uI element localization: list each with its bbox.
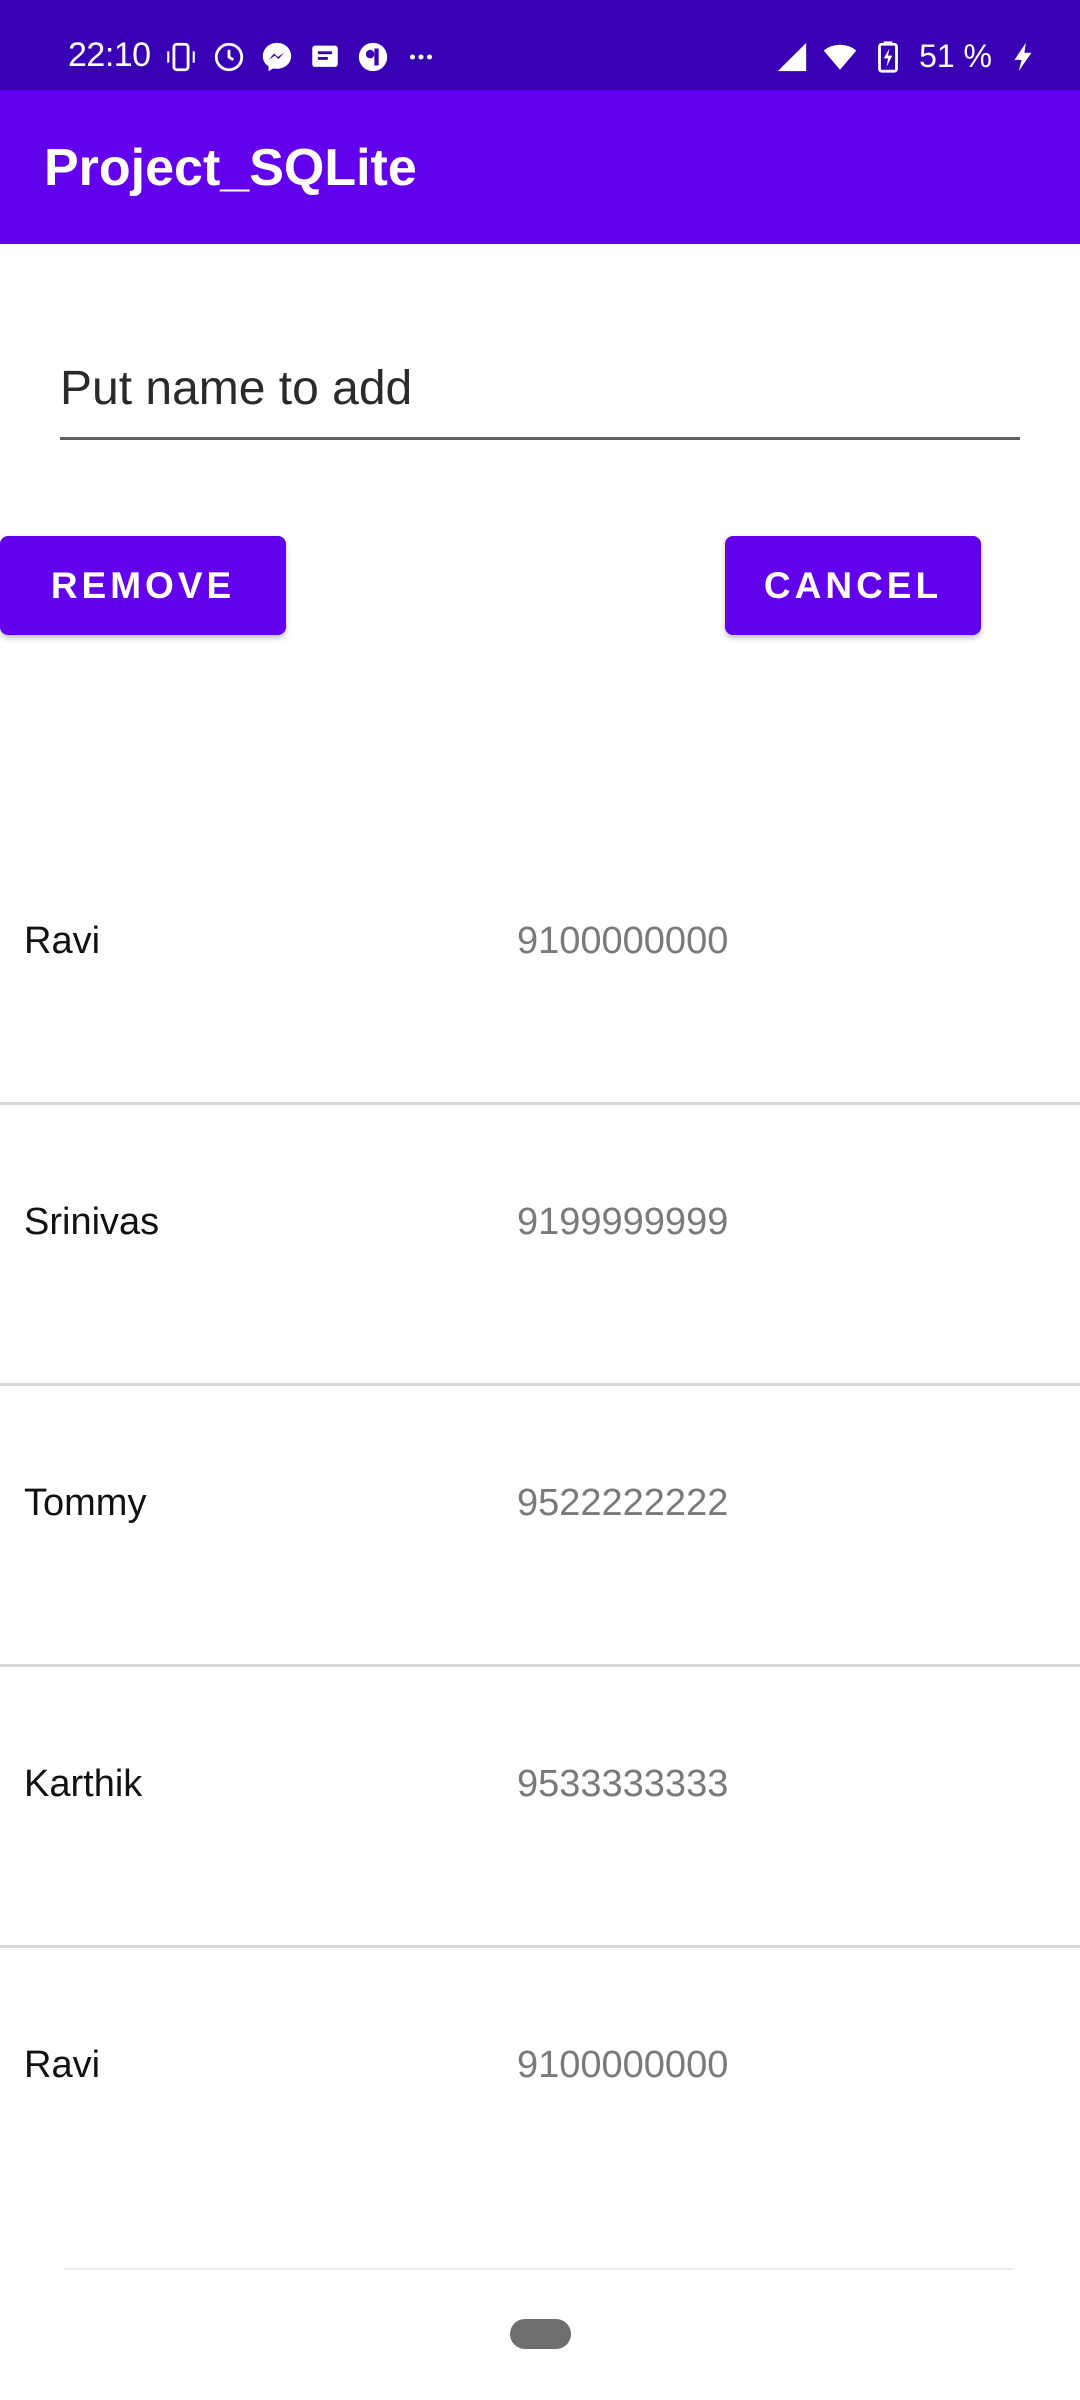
list-item[interactable]: Karthik 9533333333 [0,1667,1080,1948]
cancel-button[interactable]: CANCEL [725,536,981,635]
battery-charging-icon [878,40,898,73]
signal-icon [777,42,807,71]
contact-list[interactable]: Ravi 9100000000 Srinivas 9199999999 Tomm… [0,824,1080,2229]
more-dots-icon [409,54,433,60]
messenger-icon [262,42,292,72]
app-bar: Project_SQLite [0,90,1080,244]
list-item[interactable]: Srinivas 9199999999 [0,1105,1080,1386]
app-notification-icon [358,42,388,72]
system-icons: 51 % [775,38,1040,75]
gesture-nav-handle[interactable] [510,2319,571,2349]
contact-phone: 9199999999 [517,1201,729,1243]
list-item[interactable]: Ravi 9100000000 [0,824,1080,1105]
contact-phone: 9100000000 [517,920,729,962]
alarm-icon [214,42,244,72]
remove-button[interactable]: REMOVE [0,536,286,635]
status-time: 22:10 [68,36,151,74]
phone-vibrate-icon [167,42,195,72]
list-item[interactable]: Ravi 9100000000 [0,1948,1080,2229]
charging-bolt-icon [1014,42,1032,71]
contact-name: Ravi [24,2044,101,2086]
message-icon [312,45,338,67]
battery-percentage: 51 % [919,38,992,74]
contact-phone: 9522222222 [517,1482,729,1524]
name-input[interactable] [60,350,1020,440]
contact-name: Ravi [24,920,101,962]
contact-name: Karthik [24,1763,143,1805]
wifi-icon [823,44,857,70]
contact-name: Srinivas [24,1201,160,1243]
app-title: Project_SQLite [44,139,417,197]
contact-phone: 9533333333 [517,1763,729,1805]
notification-icons [164,40,438,74]
contact-name: Tommy [24,1482,147,1524]
contact-phone: 9100000000 [517,2044,729,2086]
status-bar: 22:10 51 % [0,0,1080,90]
list-item[interactable]: Tommy 9522222222 [0,1386,1080,1667]
nav-divider [64,2268,1014,2270]
